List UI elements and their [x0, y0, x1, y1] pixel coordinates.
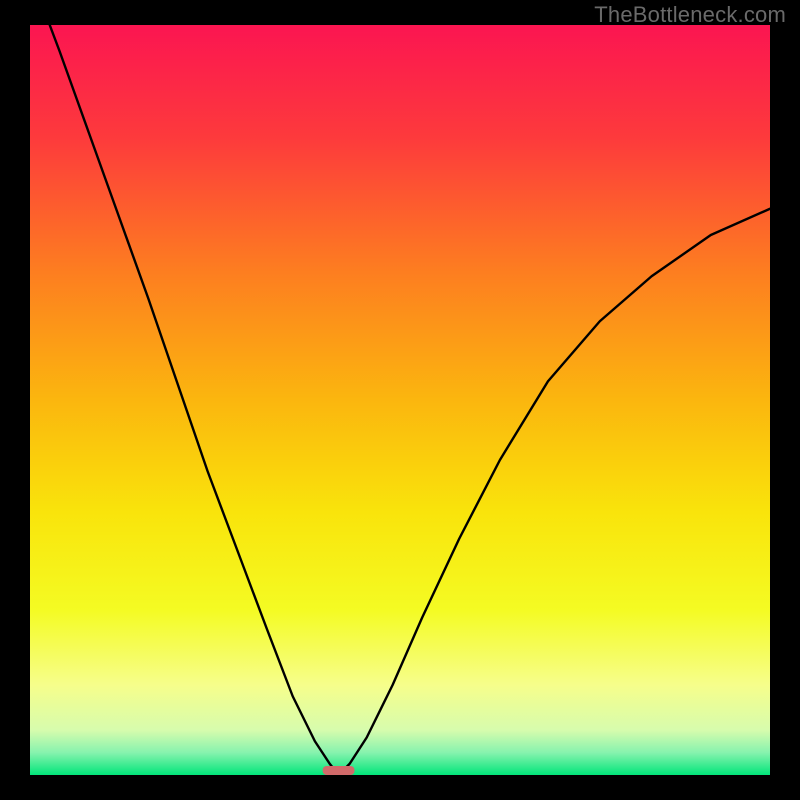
optimal-marker [323, 766, 355, 775]
bottleneck-chart [0, 0, 800, 800]
watermark-text: TheBottleneck.com [594, 2, 786, 28]
plot-background [30, 25, 770, 775]
chart-container: TheBottleneck.com [0, 0, 800, 800]
